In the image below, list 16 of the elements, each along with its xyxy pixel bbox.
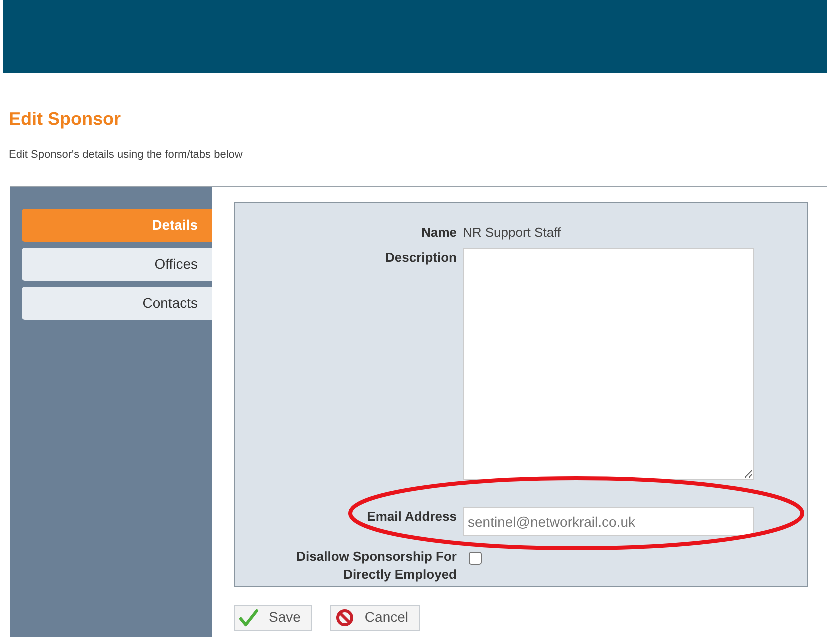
field-label: Disallow Sponsorship For Directly Employed [296, 548, 457, 584]
save-button[interactable]: Save [234, 604, 312, 630]
page-subtitle: Edit Sponsor's details using the form/tabs below [9, 148, 244, 163]
field-label: Email Address [366, 508, 457, 526]
cancel-icon [334, 608, 355, 628]
sidebar-tab[interactable]: Contacts [22, 286, 212, 320]
description-field[interactable] [463, 248, 754, 480]
cancel-button[interactable]: Cancel [330, 604, 420, 630]
page-title: Edit Sponsor [9, 108, 122, 131]
email-field[interactable]: sentinel@networkrail.co.uk [463, 507, 754, 536]
field-value: NR Support Staff [463, 224, 562, 242]
sidebar-tab[interactable]: Offices [22, 248, 212, 280]
field-label: Description [384, 249, 457, 267]
checkbox[interactable] [469, 552, 482, 565]
field-label: Name [420, 224, 457, 242]
check-icon [239, 608, 259, 628]
